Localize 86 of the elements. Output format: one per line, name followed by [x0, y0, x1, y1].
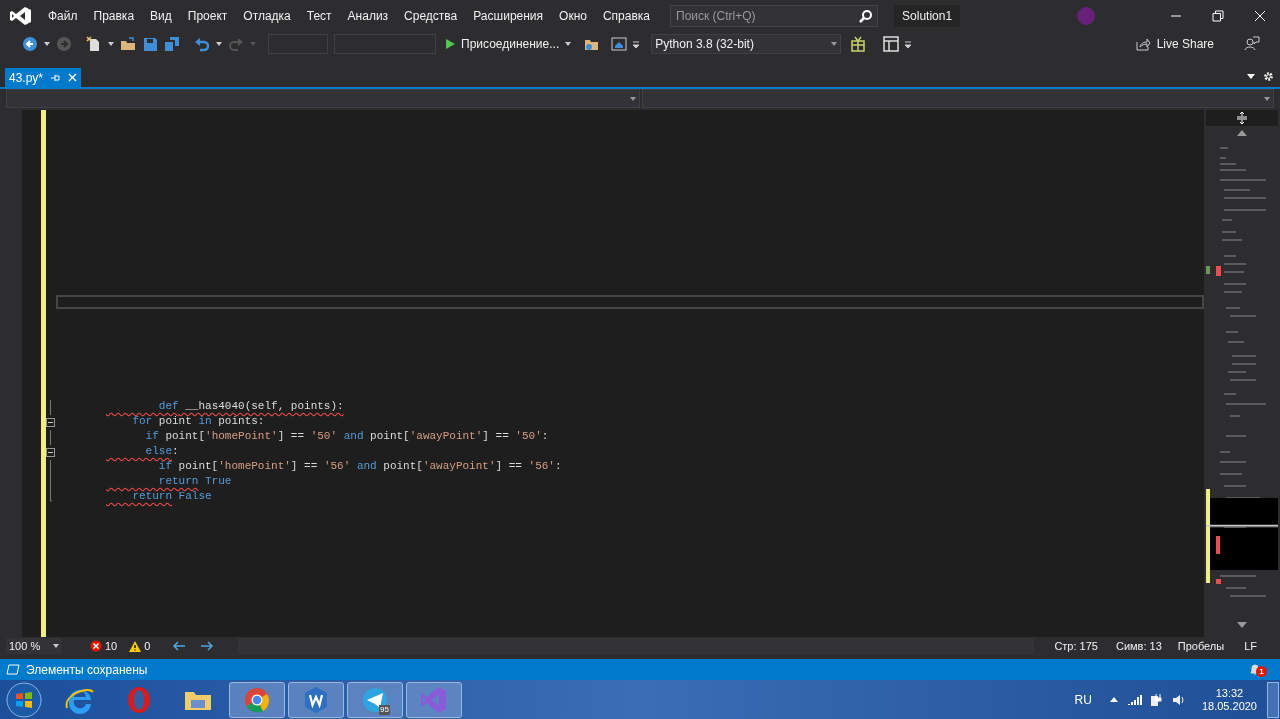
- live-share-button[interactable]: Live Share: [1135, 35, 1214, 53]
- code-line: if point['homePoint'] == '50' and point['awayPoint'] == '50':: [144, 429, 550, 444]
- restore-icon[interactable]: [1212, 9, 1224, 22]
- line-number: Стр: 175: [1054, 638, 1098, 654]
- collapse-icon[interactable]: [46, 418, 55, 427]
- overflow-icon[interactable]: [633, 40, 640, 48]
- power-icon[interactable]: [1149, 692, 1162, 707]
- play-icon: [446, 39, 455, 49]
- menu-item[interactable]: Тест: [298, 6, 340, 25]
- caret-icon: [630, 96, 636, 101]
- taskbar-messenger-button[interactable]: 95: [347, 681, 403, 718]
- caret-icon[interactable]: [565, 42, 572, 46]
- clock[interactable]: 13:32 18.05.2020: [1201, 686, 1257, 713]
- save-icon[interactable]: [142, 36, 158, 52]
- code-line: return True: [157, 474, 233, 489]
- code-line: else:: [144, 444, 180, 459]
- scroll-up-icon[interactable]: [1237, 130, 1247, 136]
- menu-item[interactable]: Отладка: [235, 6, 299, 25]
- indentation-mode[interactable]: Пробелы: [1177, 637, 1225, 655]
- back-icon[interactable]: [22, 36, 38, 52]
- split-icon[interactable]: [1206, 110, 1278, 126]
- language-indicator[interactable]: RU: [1074, 690, 1092, 709]
- show-desktop-button[interactable]: [1267, 681, 1279, 718]
- caret-icon[interactable]: [216, 42, 222, 46]
- collapse-icon[interactable]: [46, 448, 55, 457]
- taskbar-app-button[interactable]: [288, 681, 344, 718]
- menu-item[interactable]: Анализ: [339, 6, 397, 25]
- zoom-dropdown[interactable]: 100 %: [6, 638, 62, 654]
- search-field[interactable]: Поиск (Ctrl+Q): [670, 4, 879, 27]
- caret-icon: [53, 644, 59, 648]
- tray-expand-icon[interactable]: [1109, 697, 1118, 702]
- next-icon[interactable]: [200, 641, 215, 651]
- error-count: 10: [105, 638, 118, 654]
- menu-item[interactable]: Вид: [142, 6, 180, 25]
- code-line: def __has4040(self, points):: [157, 399, 345, 414]
- save-all-icon[interactable]: [164, 36, 180, 52]
- undo-icon[interactable]: [194, 36, 210, 52]
- warning-count: 0: [144, 638, 151, 654]
- new-file-icon[interactable]: [86, 36, 102, 52]
- status-icon: [6, 664, 20, 675]
- previous-icon[interactable]: [172, 641, 187, 651]
- gift-icon[interactable]: [851, 36, 866, 52]
- status-message: Элементы сохранены: [26, 661, 148, 679]
- volume-icon[interactable]: [1171, 693, 1184, 706]
- notification-count: 1: [1256, 665, 1267, 677]
- layout-icon[interactable]: [883, 36, 900, 52]
- close-icon[interactable]: [1254, 9, 1266, 22]
- overflow-icon[interactable]: [905, 40, 912, 48]
- search-icon[interactable]: [859, 9, 873, 23]
- pin-icon[interactable]: [51, 73, 61, 82]
- column-number: Симв: 13: [1115, 638, 1162, 654]
- menu-item[interactable]: Проект: [179, 6, 236, 25]
- menu-item[interactable]: Средства: [396, 6, 466, 25]
- start-button[interactable]: [6, 681, 42, 718]
- code-line: return False: [131, 489, 213, 504]
- settings-icon[interactable]: [1263, 71, 1274, 82]
- menu-item[interactable]: Файл: [40, 6, 86, 25]
- attach-button[interactable]: Присоединение...: [446, 35, 560, 53]
- caret-icon[interactable]: [108, 42, 114, 46]
- caret-icon: [1264, 96, 1270, 101]
- horizontal-scrollbar[interactable]: [238, 638, 1035, 654]
- folder-icon[interactable]: [120, 36, 136, 52]
- menu-item[interactable]: Расширения: [465, 6, 552, 25]
- environment-dropdown[interactable]: Python 3.8 (32-bit): [651, 34, 842, 54]
- unread-badge: 95: [379, 704, 390, 715]
- solution-name: Solution1: [894, 4, 961, 27]
- taskbar-ide-button[interactable]: [406, 681, 462, 718]
- logo-icon: [10, 5, 32, 26]
- taskbar-browser-button[interactable]: [229, 681, 285, 718]
- home-window-icon[interactable]: [611, 36, 628, 52]
- caret-icon: [831, 42, 838, 46]
- line-endings[interactable]: LF: [1244, 637, 1258, 655]
- feedback-icon[interactable]: [1244, 36, 1260, 52]
- signal-icon[interactable]: [1127, 693, 1142, 706]
- dropdown-caret-icon[interactable]: [1247, 74, 1255, 79]
- menu-item[interactable]: Справка: [594, 6, 659, 25]
- code-line: if point['homePoint'] == '56' and point['awayPoint'] == '56':: [157, 459, 563, 474]
- menu-item[interactable]: Окно: [551, 6, 595, 25]
- menu-item[interactable]: Правка: [85, 6, 143, 25]
- file-tab[interactable]: 43.py*: [5, 68, 82, 87]
- error-icon[interactable]: [90, 640, 102, 652]
- caret-icon[interactable]: [44, 42, 50, 46]
- scroll-down-icon[interactable]: [1237, 622, 1247, 628]
- code-line: for point in points:: [131, 414, 266, 429]
- warning-icon[interactable]: [129, 640, 142, 652]
- share-icon: [1135, 37, 1151, 51]
